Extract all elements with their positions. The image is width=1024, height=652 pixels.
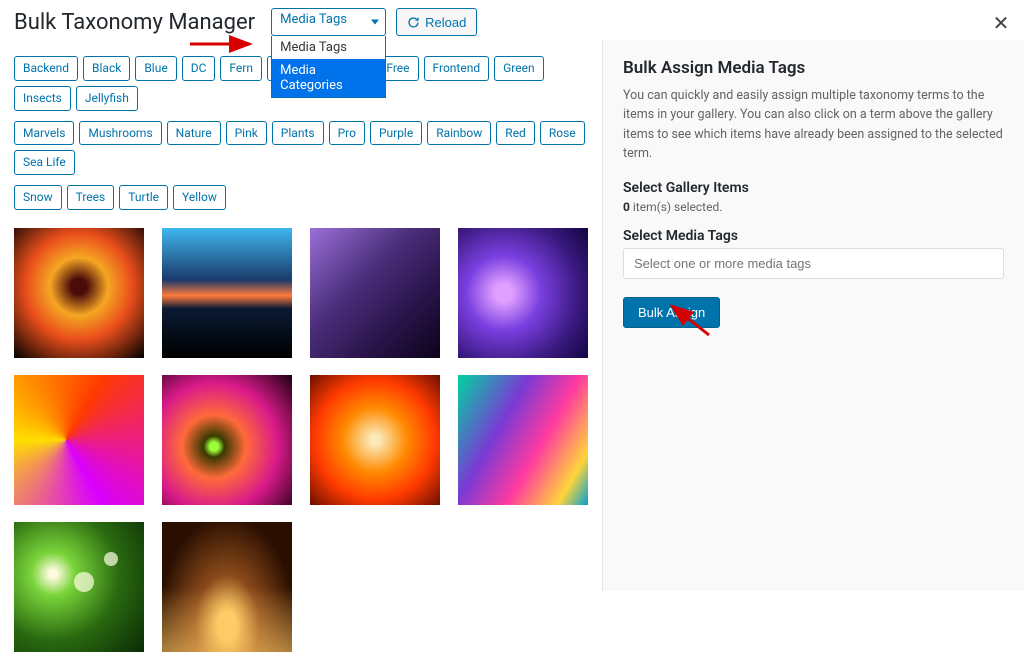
tag-nature[interactable]: Nature xyxy=(167,121,221,146)
gallery-item-6[interactable] xyxy=(162,375,292,505)
tag-pro[interactable]: Pro xyxy=(329,121,365,146)
taxonomy-select[interactable]: Media Tags xyxy=(271,8,386,36)
taxonomy-option-media-tags[interactable]: Media Tags xyxy=(272,36,385,59)
tag-black[interactable]: Black xyxy=(83,56,130,81)
select-tags-heading: Select Media Tags xyxy=(623,228,1004,244)
tag-sea-life[interactable]: Sea Life xyxy=(14,150,75,175)
reload-button-label: Reload xyxy=(425,15,466,30)
tag-marvels[interactable]: Marvels xyxy=(14,121,74,146)
tag-pink[interactable]: Pink xyxy=(226,121,267,146)
page-title: Bulk Taxonomy Manager xyxy=(14,10,255,35)
tag-trees[interactable]: Trees xyxy=(67,185,115,210)
gallery-item-3[interactable] xyxy=(310,228,440,358)
close-icon: ✕ xyxy=(993,11,1010,35)
tag-dc[interactable]: DC xyxy=(182,56,216,81)
gallery-item-9[interactable] xyxy=(14,522,144,652)
reload-button[interactable]: Reload xyxy=(396,8,477,36)
gallery-item-1[interactable] xyxy=(14,228,144,358)
gallery-item-10[interactable] xyxy=(162,522,292,652)
annotation-arrow-2 xyxy=(664,300,714,340)
reload-icon xyxy=(407,16,420,29)
select-items-heading: Select Gallery Items xyxy=(623,180,1004,196)
gallery-item-4[interactable] xyxy=(458,228,588,358)
tag-purple[interactable]: Purple xyxy=(370,121,422,146)
media-tags-input[interactable] xyxy=(623,248,1004,279)
tag-rose[interactable]: Rose xyxy=(540,121,585,146)
gallery-item-7[interactable] xyxy=(310,375,440,505)
gallery-grid xyxy=(14,228,588,652)
close-button[interactable]: ✕ xyxy=(992,14,1010,32)
tag-jellyfish[interactable]: Jellyfish xyxy=(76,86,138,111)
tag-blue[interactable]: Blue xyxy=(135,56,176,81)
tag-turtle[interactable]: Turtle xyxy=(119,185,168,210)
annotation-arrow-1 xyxy=(188,34,258,54)
selected-count-suffix: item(s) selected. xyxy=(630,200,723,214)
sidebar-heading: Bulk Assign Media Tags xyxy=(623,58,1004,78)
gallery-item-5[interactable] xyxy=(14,375,144,505)
gallery-item-2[interactable] xyxy=(162,228,292,358)
chevron-down-icon xyxy=(371,20,379,25)
taxonomy-select-value: Media Tags xyxy=(280,12,347,27)
tag-mushrooms[interactable]: Mushrooms xyxy=(79,121,161,146)
tag-snow[interactable]: Snow xyxy=(14,185,62,210)
tag-insects[interactable]: Insects xyxy=(14,86,71,111)
taxonomy-select-wrap: Media Tags Media Tags Media Categories xyxy=(271,8,386,36)
left-panel: Backend Black Blue DC Fern Fish Flowers … xyxy=(0,40,602,591)
tag-yellow[interactable]: Yellow xyxy=(173,185,226,210)
tag-frontend[interactable]: Frontend xyxy=(424,56,490,81)
selected-count-value: 0 xyxy=(623,200,630,214)
taxonomy-dropdown: Media Tags Media Categories xyxy=(271,36,386,98)
gallery-item-8[interactable] xyxy=(458,375,588,505)
tag-red[interactable]: Red xyxy=(496,121,535,146)
tag-plants[interactable]: Plants xyxy=(272,121,324,146)
taxonomy-option-media-categories[interactable]: Media Categories xyxy=(272,59,385,97)
header: Bulk Taxonomy Manager Media Tags Media T… xyxy=(0,0,1024,40)
sidebar-description: You can quickly and easily assign multip… xyxy=(623,86,1004,164)
tag-fern[interactable]: Fern xyxy=(220,56,262,81)
selected-count-line: 0 item(s) selected. xyxy=(623,200,1004,214)
tag-green[interactable]: Green xyxy=(494,56,543,81)
tag-backend[interactable]: Backend xyxy=(14,56,78,81)
tag-rainbow[interactable]: Rainbow xyxy=(427,121,491,146)
main: Backend Black Blue DC Fern Fish Flowers … xyxy=(0,40,1024,591)
